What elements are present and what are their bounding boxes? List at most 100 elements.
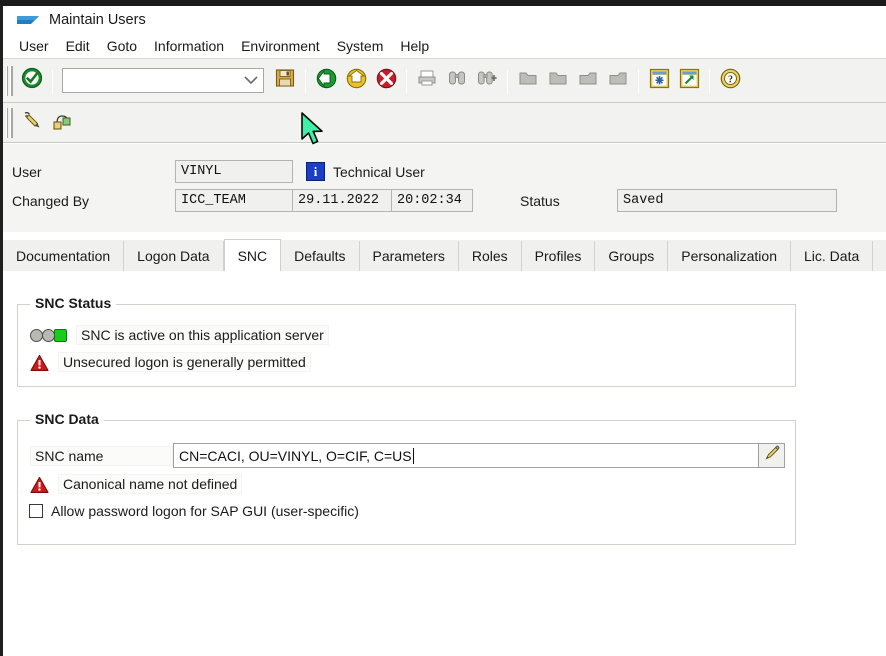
create-shortcut-button[interactable] [674,66,704,96]
changed-by-value-field: ICC_TEAM [175,189,293,212]
toolbar-separator [305,69,306,93]
tab-roles[interactable]: Roles [459,241,522,271]
unsecured-logon-row: Unsecured logon is generally permitted [30,352,311,372]
sap-gui-window: Maintain Users User Edit Goto Informatio… [0,0,886,656]
toolbar-separator [52,69,53,93]
window-title: Maintain Users [49,12,146,28]
toolbar2-grip[interactable] [6,108,13,138]
main-toolbar: ? [3,58,886,103]
user-row: User VINYL i Technical User [12,160,425,183]
snc-status-title: SNC Status [30,295,116,311]
traffic-light-green-icon [30,329,66,342]
canonical-warning-row: Canonical name not defined [30,474,242,494]
status-value-field: Saved [617,189,837,212]
last-page-button[interactable] [603,66,633,96]
create-session-button[interactable] [644,66,674,96]
first-page-button[interactable] [513,66,543,96]
changed-by-row: Changed By ICC_TEAM 29.11.2022 20:02:34 … [12,189,837,212]
toolbar-separator [507,69,508,93]
tab-defaults[interactable]: Defaults [281,241,359,271]
next-page-button[interactable] [573,66,603,96]
next-page-icon [578,69,598,92]
command-field[interactable] [62,68,264,93]
tab-snc[interactable]: SNC [224,239,282,271]
snc-name-label: SNC name [30,446,173,466]
allow-password-logon-label: Allow password logon for SAP GUI (user-s… [51,503,359,519]
chevron-down-icon[interactable] [244,72,258,90]
tab-parameters[interactable]: Parameters [360,241,459,271]
help-icon: ? [720,68,741,94]
menu-information[interactable]: Information [146,36,233,56]
back-button[interactable] [311,66,341,96]
application-toolbar [3,103,886,143]
warning-triangle-icon [30,476,48,493]
snc-name-input[interactable]: CN=CACI, OU=VINYL, O=CIF, C=US [173,443,759,468]
role-assignment-icon [51,109,73,136]
menu-goto[interactable]: Goto [99,36,146,56]
assignment-button[interactable] [47,108,77,138]
previous-page-button[interactable] [543,66,573,96]
user-type-label: Technical User [333,164,425,180]
help-button[interactable]: ? [715,66,745,96]
snc-data-group: SNC Data SNC name CN=CACI, OU=VINYL, O=C… [17,420,796,545]
tab-profiles[interactable]: Profiles [522,241,596,271]
measure-pencil-icon [21,109,43,136]
information-icon[interactable]: i [306,162,325,181]
save-button[interactable] [270,66,300,96]
snc-name-value: CN=CACI, OU=VINYL, O=CIF, C=US [179,448,412,464]
menu-bar: User Edit Goto Information Environment S… [3,33,886,58]
changed-by-label: Changed By [12,193,175,209]
tab-documentation[interactable]: Documentation [3,241,124,271]
snc-name-row: SNC name CN=CACI, OU=VINYL, O=CIF, C=US [30,443,785,468]
exit-yellow-arrow-icon [346,68,367,94]
toolbar-separator [406,69,407,93]
allow-password-logon-checkbox[interactable] [29,504,43,518]
enter-check-icon [21,67,43,94]
tab-lic-data[interactable]: Lic. Data [791,241,873,271]
changed-time-field: 20:02:34 [391,189,473,212]
svg-text:?: ? [728,74,733,85]
first-page-icon [518,69,538,92]
status-label: Status [520,193,617,209]
find-binoculars-icon [447,68,467,93]
toolbar-separator [638,69,639,93]
toolbar-separator [709,69,710,93]
allow-password-logon-row[interactable]: Allow password logon for SAP GUI (user-s… [29,503,359,519]
changed-date-field: 29.11.2022 [292,189,392,212]
print-button[interactable] [412,66,442,96]
find-next-binoculars-icon [477,68,497,93]
enter-button[interactable] [17,66,47,96]
measure-button[interactable] [17,108,47,138]
user-value-field[interactable]: VINYL [175,160,293,183]
warning-triangle-icon [30,354,48,371]
tab-logon-data[interactable]: Logon Data [124,241,223,271]
find-button[interactable] [442,66,472,96]
user-label: User [12,164,175,180]
menu-help[interactable]: Help [392,36,438,56]
unsecured-logon-text: Unsecured logon is generally permitted [58,352,311,372]
snc-active-text: SNC is active on this application server [76,325,329,345]
user-header-panel: User VINYL i Technical User Changed By I… [3,144,886,232]
cancel-button[interactable] [371,66,401,96]
save-icon [275,68,295,93]
snc-tab-content: SNC Status SNC is active on this applica… [3,272,886,656]
tab-personalization[interactable]: Personalization [668,241,791,271]
menu-environment[interactable]: Environment [233,36,329,56]
sap-logo-icon [17,13,39,27]
title-bar: Maintain Users [3,6,886,33]
text-caret [413,448,414,464]
snc-name-edit-button[interactable] [759,443,785,468]
create-shortcut-icon [679,68,700,94]
tab-strip: Documentation Logon Data SNC Defaults Pa… [3,240,886,272]
previous-page-icon [548,69,568,92]
command-input[interactable] [63,70,263,91]
find-next-button[interactable] [472,66,502,96]
last-page-icon [608,69,628,92]
create-session-icon [649,68,670,94]
menu-user[interactable]: User [11,36,58,56]
menu-system[interactable]: System [329,36,393,56]
toolbar-grip[interactable] [6,66,13,96]
tab-groups[interactable]: Groups [595,241,668,271]
exit-button[interactable] [341,66,371,96]
menu-edit[interactable]: Edit [58,36,99,56]
